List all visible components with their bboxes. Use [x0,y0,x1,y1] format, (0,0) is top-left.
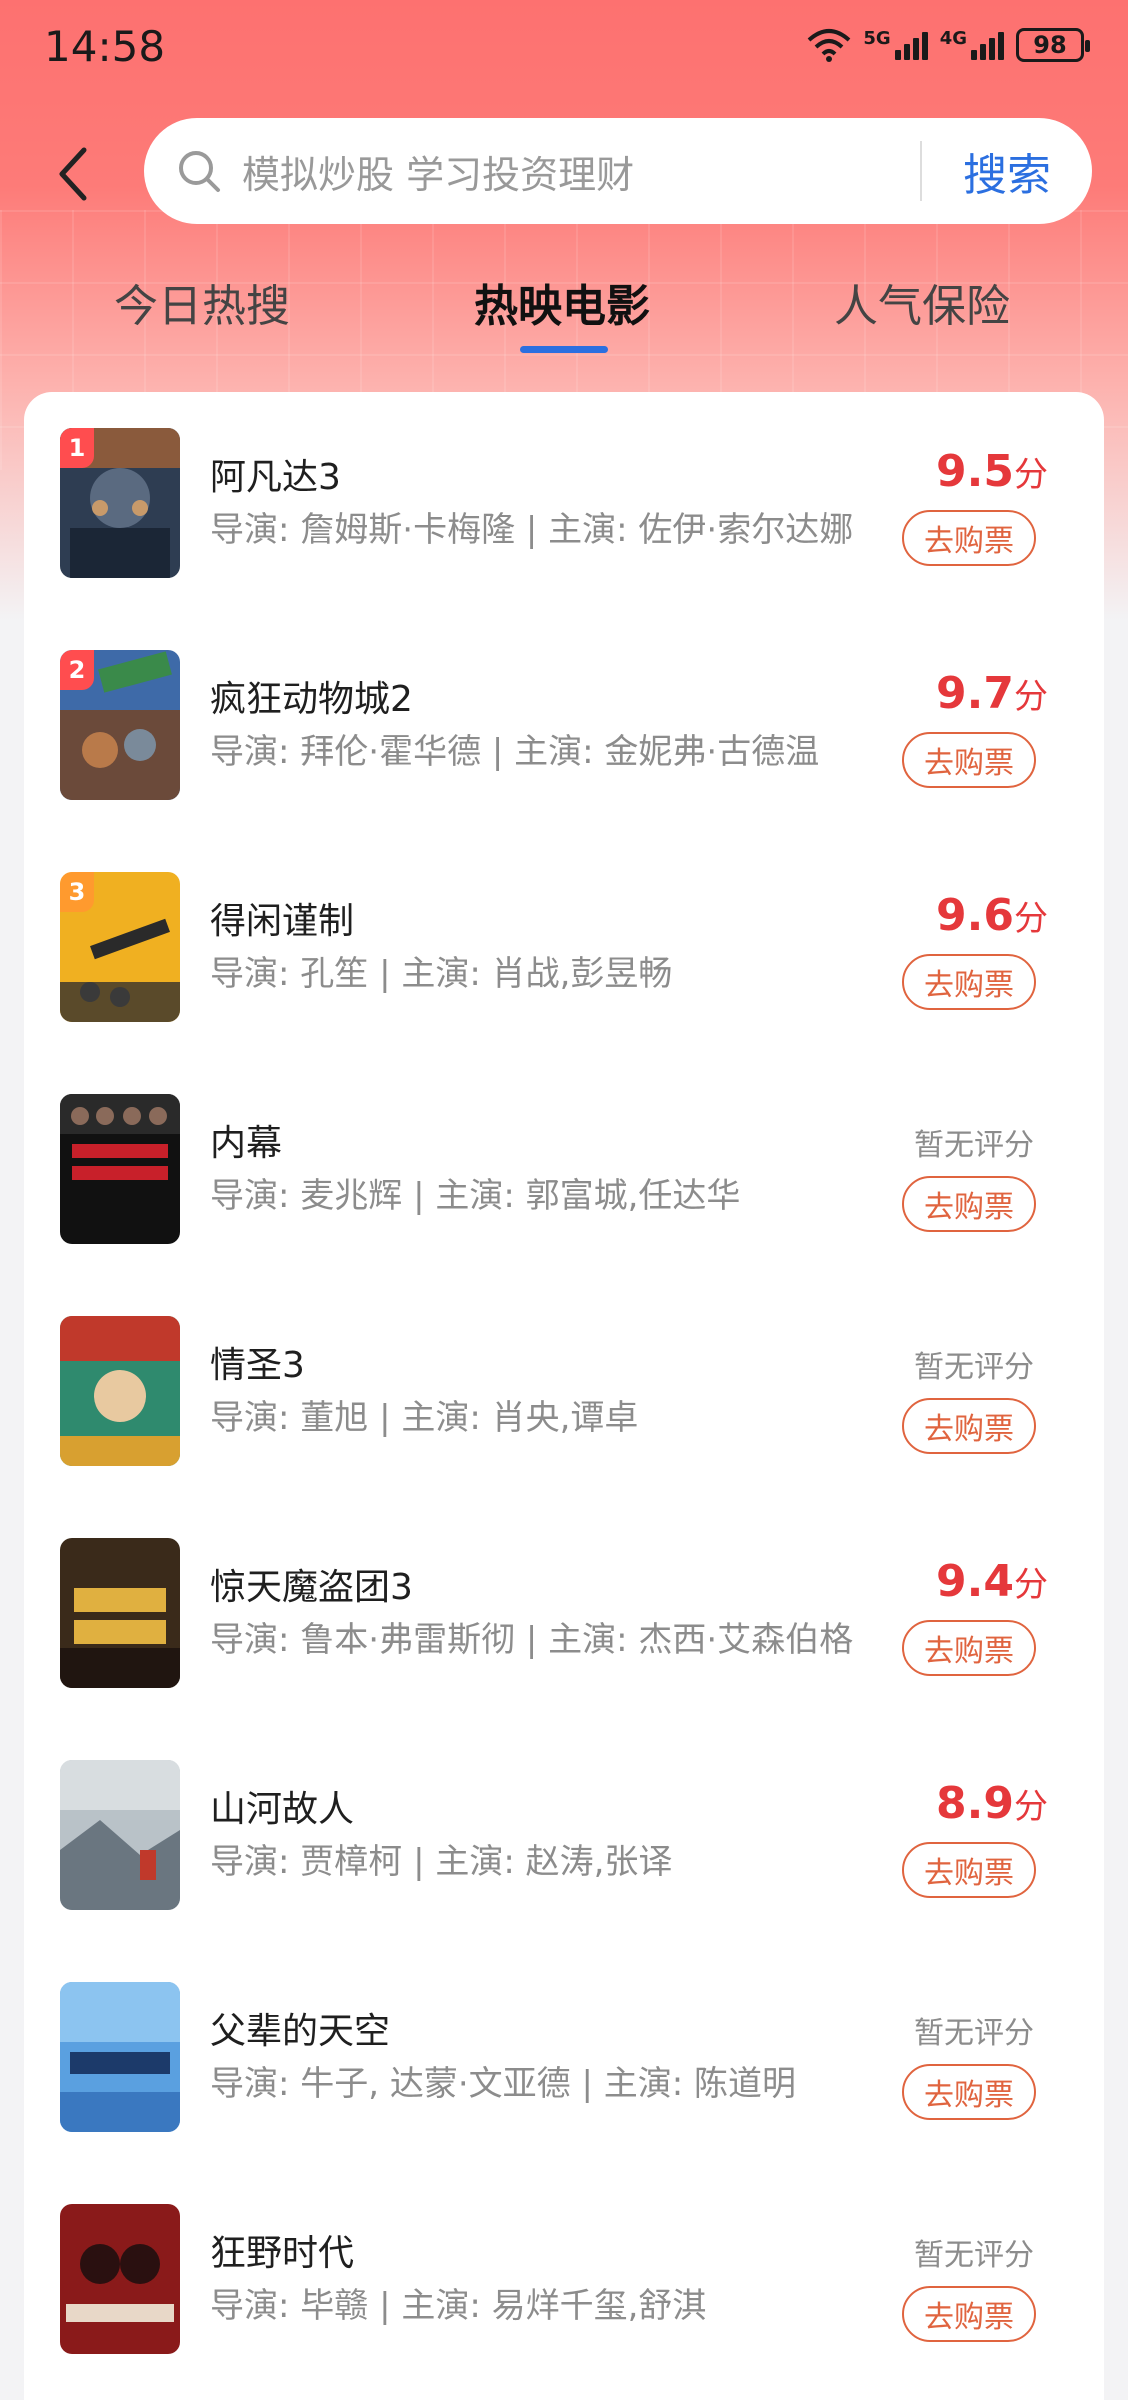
list-item[interactable]: 狂野时代 导演: 毕赣 | 主演: 易烊千玺,舒淇 暂无评分 去购票 [24,2168,1104,2390]
movie-poster[interactable] [60,1316,180,1466]
network-5g-label: 5G [863,28,891,49]
list-item[interactable]: 父辈的天空 导演: 牛子, 达蒙·文亚德 | 主演: 陈道明 暂无评分 去购票 [24,1946,1104,2168]
score-unit: 分 [1014,677,1048,717]
back-arrow-icon [59,147,87,201]
movie-title[interactable]: 内幕 [210,1114,282,1166]
movie-credits: 导演: 毕赣 | 主演: 易烊千玺,舒淇 [210,2286,707,2326]
movie-poster[interactable]: 1 [60,428,180,578]
movie-score: 9.5分 [936,446,1048,497]
rank-badge: 1 [60,428,94,468]
buy-ticket-button[interactable]: 去购票 [902,2286,1036,2342]
score-value: 9.5 [936,446,1014,497]
signal-icon-2 [971,30,1004,60]
movie-poster[interactable] [60,1982,180,2132]
movie-score: 9.4分 [936,1556,1048,1607]
list-item[interactable]: 山河故人 导演: 贾樟柯 | 主演: 赵涛,张译 8.9分 去购票 [24,1724,1104,1946]
movie-poster[interactable] [60,1538,180,1688]
movie-poster[interactable] [60,1760,180,1910]
poster-image [60,1094,180,1244]
buy-ticket-button[interactable]: 去购票 [902,2064,1036,2120]
poster-image [60,1316,180,1466]
wifi-icon [808,29,851,62]
buy-ticket-button[interactable]: 去购票 [902,510,1036,566]
poster-image [60,1760,180,1910]
score-value: 8.9 [936,1778,1014,1829]
search-bar[interactable]: 模拟炒股 学习投资理财 搜索 [144,118,1092,224]
status-icons: 5G 4G 98 [807,28,1090,62]
list-item[interactable]: 惊天魔盗团3 导演: 鲁本·弗雷斯彻 | 主演: 杰西·艾森伯格 9.4分 去购… [24,1502,1104,1724]
movie-title[interactable]: 得闲谨制 [210,892,354,944]
movie-title[interactable]: 山河故人 [210,1780,354,1832]
rank-badge: 2 [60,650,94,690]
movie-credits: 导演: 拜伦·霍华德 | 主演: 金妮弗·古德温 [210,732,820,772]
buy-ticket-button[interactable]: 去购票 [902,1176,1036,1232]
movie-credits: 导演: 贾樟柯 | 主演: 赵涛,张译 [210,1842,673,1882]
list-item[interactable]: 3 得闲谨制 导演: 孔笙 | 主演: 肖战,彭昱畅 9.6分 去购票 [24,836,1104,1058]
status-time: 14:58 [44,22,166,71]
movie-list: 1 阿凡达3 导演: 詹姆斯·卡梅隆 | 主演: 佐伊·索尔达娜 9.5分 去购… [24,392,1104,2400]
score-unit: 分 [1014,455,1048,495]
movie-credits: 导演: 孔笙 | 主演: 肖战,彭昱畅 [210,954,673,994]
movie-credits: 导演: 麦兆辉 | 主演: 郭富城,任达华 [210,1176,741,1216]
back-button[interactable] [40,134,104,214]
movie-credits: 导演: 董旭 | 主演: 肖央,谭卓 [210,1398,639,1438]
score-value: 9.4 [936,1556,1014,1607]
movie-score: 9.7分 [936,668,1048,719]
list-item[interactable]: 情圣3 导演: 董旭 | 主演: 肖央,谭卓 暂无评分 去购票 [24,1280,1104,1502]
movie-poster[interactable]: 3 [60,872,180,1022]
poster-image [60,1538,180,1688]
status-bar: 14:58 5G 4G 98 [0,0,1128,100]
no-rating-label: 暂无评分 [914,1350,1034,1385]
score-value: 9.6 [936,890,1014,941]
buy-ticket-button[interactable]: 去购票 [902,954,1036,1010]
score-value: 9.7 [936,668,1014,719]
no-rating-label: 暂无评分 [914,1128,1034,1163]
search-input[interactable]: 模拟炒股 学习投资理财 [242,144,920,199]
score-unit: 分 [1014,899,1048,939]
buy-ticket-button[interactable]: 去购票 [902,732,1036,788]
search-button[interactable]: 搜索 [922,139,1092,203]
no-rating-label: 暂无评分 [914,2238,1034,2273]
movie-poster[interactable]: 2 [60,650,180,800]
no-rating-label: 暂无评分 [914,2016,1034,2051]
battery-icon: 98 [1016,28,1090,62]
movie-poster[interactable] [60,1094,180,1244]
movie-title[interactable]: 狂野时代 [210,2224,354,2276]
list-item[interactable]: 1 阿凡达3 导演: 詹姆斯·卡梅隆 | 主演: 佐伊·索尔达娜 9.5分 去购… [24,392,1104,614]
movie-title[interactable]: 情圣3 [210,1336,305,1388]
list-item[interactable]: 内幕 导演: 麦兆辉 | 主演: 郭富城,任达华 暂无评分 去购票 [24,1058,1104,1280]
movie-credits: 导演: 牛子, 达蒙·文亚德 | 主演: 陈道明 [210,2064,797,2104]
movie-poster[interactable] [60,2204,180,2354]
network-4g-label: 4G [939,28,967,49]
movie-credits: 导演: 鲁本·弗雷斯彻 | 主演: 杰西·艾森伯格 [210,1620,854,1660]
list-item[interactable]: 2 疯狂动物城2 导演: 拜伦·霍华德 | 主演: 金妮弗·古德温 9.7分 去… [24,614,1104,836]
score-unit: 分 [1014,1787,1048,1827]
movie-title[interactable]: 阿凡达3 [210,448,341,500]
signal-icon [894,30,928,60]
tab-insurance[interactable]: 人气保险 [834,270,1010,334]
rank-badge: 3 [60,872,94,912]
category-tabs: 今日热搜 热映电影 人气保险 [0,270,1128,360]
search-icon [179,151,220,192]
buy-ticket-button[interactable]: 去购票 [902,1620,1036,1676]
movie-title[interactable]: 父辈的天空 [210,2002,390,2054]
buy-ticket-button[interactable]: 去购票 [902,1842,1036,1898]
tab-hot-search[interactable]: 今日热搜 [114,270,290,334]
movie-score: 8.9分 [936,1778,1048,1829]
tab-movies[interactable]: 热映电影 [474,270,650,334]
movie-score: 9.6分 [936,890,1048,941]
movie-title[interactable]: 疯狂动物城2 [210,670,413,722]
score-unit: 分 [1014,1565,1048,1605]
movie-title[interactable]: 惊天魔盗团3 [210,1558,413,1610]
poster-image [60,1982,180,2132]
active-tab-indicator [520,346,608,353]
buy-ticket-button[interactable]: 去购票 [902,1398,1036,1454]
poster-image [60,2204,180,2354]
movie-credits: 导演: 詹姆斯·卡梅隆 | 主演: 佐伊·索尔达娜 [210,510,854,550]
